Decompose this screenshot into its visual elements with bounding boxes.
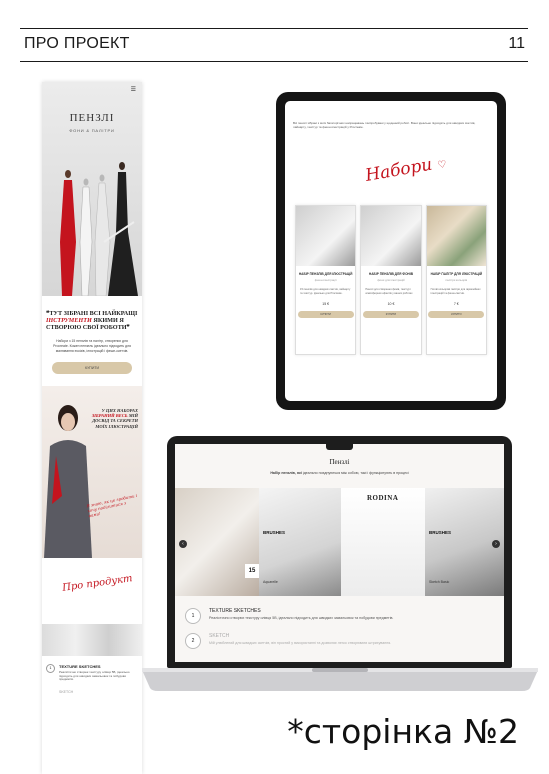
product-card-buy-button[interactable]: КУПИТИ	[428, 310, 485, 318]
tile-caption: Sketch Basic	[429, 580, 450, 584]
laptop-brush-list: 1 TEXTURE SKETCHES Реалістично створює т…	[185, 608, 495, 658]
tablet-screen: Всі пензлі зібрані з моїх багаторічних н…	[285, 101, 497, 401]
product-card-text: 15 пензлів для швидких скетчів, лайнарту…	[300, 288, 351, 295]
product-card-title: НАБІР ПЕНЗЛІВ ДЛЯ ІЛЮСТРАЦІЙ	[298, 272, 353, 276]
item-number: 1	[185, 608, 201, 624]
phone-buy-button[interactable]: КУПИТИ	[52, 361, 132, 374]
product-card-buy-button[interactable]: КУПИТИ	[362, 310, 419, 318]
phone-product-strip	[42, 623, 142, 656]
brushes-label: BRUSHES	[429, 530, 452, 535]
brushes-label: BRUSHES	[263, 530, 286, 535]
page-reference-note: *сторінка №2	[287, 712, 519, 751]
tablet-mockup: Всі пензлі зібрані з моїх багаторічних н…	[276, 92, 506, 410]
item-desc: Мій улюблений для швидких скетчів, він п…	[209, 641, 392, 645]
phone-hero: ☰ ПЕНЗЛІ ФОНИ & ПАЛІТРИ	[42, 82, 142, 296]
product-card-text: Пензлі для створення фонів, текстур і ат…	[365, 288, 414, 295]
product-card-image	[296, 206, 356, 266]
count-badge: 15	[245, 564, 259, 578]
heart-icon: ♡	[436, 158, 448, 172]
product-card-title: НАБІР ПАЛІТР ДЛЯ ІЛЮСТРАЦІЙ	[430, 272, 483, 276]
phone-screenshot: ☰ ПЕНЗЛІ ФОНИ & ПАЛІТРИ ❝ТУТ ЗІБРАНІ ВСІ…	[42, 82, 142, 774]
product-card-price: 15 €	[322, 301, 330, 306]
carousel-prev-icon[interactable]: ‹	[179, 540, 187, 548]
list-item[interactable]: 2 SKETCH Мій улюблений для швидких скетч…	[185, 633, 495, 649]
phone-item-title: TEXTURE SKETCHES	[59, 663, 101, 669]
header-rule	[20, 61, 528, 62]
item-title: TEXTURE SKETCHES	[209, 608, 261, 614]
phone-item-desc: Реалістично створює текстуру олівця 5В, …	[59, 669, 130, 682]
product-card-price: 7 €	[453, 301, 459, 306]
product-card-price: 10 €	[387, 301, 395, 306]
product-card-image	[426, 206, 486, 266]
tablet-intro: Всі пензлі зібрані з моїх багаторічних н…	[293, 121, 476, 130]
product-card-image	[361, 206, 421, 266]
laptop-page-title: Пензлі	[329, 458, 350, 466]
laptop-carousel: 15 BRUSHES Aquarelle RODINA BRUSHES Sket…	[175, 488, 504, 596]
tile-caption: Aquarelle	[263, 580, 278, 584]
item-number: 1	[46, 663, 55, 673]
product-card[interactable]: НАБІР ПАЛІТР ДЛЯ ІЛЮСТРАЦІЙ палітри коль…	[425, 205, 487, 355]
product-card[interactable]: НАБІР ПЕНЗЛІВ ДЛЯ ІЛЮСТРАЦІЙ фешн-ілюстр…	[295, 205, 357, 355]
carousel-tile[interactable]: BRUSHES Aquarelle	[259, 488, 341, 596]
phone-description: Набори з 15 пензлів та палітр, створених…	[53, 339, 131, 353]
item-number: 2	[185, 633, 201, 649]
phone-promo-text: У ЦИХ НАБОРАХ ЗІБРАНИЙ ВЕСЬ МІЙ ДОСВІД Т…	[91, 407, 138, 429]
product-card-text: Готові кольорові палітри для гармонійних…	[430, 288, 481, 295]
page-number: 11	[508, 35, 525, 52]
product-card-buy-button[interactable]: КУПИТИ	[297, 310, 354, 318]
phone-list-item-2: SKETCH	[42, 682, 142, 694]
phone-signature-block: Про продукт	[42, 557, 142, 620]
phone-promo-photo: У ЦИХ НАБОРАХ ЗІБРАНИЙ ВЕСЬ МІЙ ДОСВІД Т…	[42, 385, 142, 558]
phone-signature: Про продукт	[61, 572, 134, 594]
item-title: SKETCH	[209, 633, 230, 639]
laptop-caption: Набір пензлів, які ідеально поєднуються …	[270, 471, 409, 475]
list-item[interactable]: 1 TEXTURE SKETCHES Реалістично створює т…	[185, 608, 495, 624]
product-card[interactable]: НАБІР ПЕНЗЛІВ ДЛЯ ФОНІВ фони для ілюстра…	[360, 205, 422, 355]
phone-quote: ❝ТУТ ЗІБРАНІ ВСІ НАЙКРАЩІ ІНСТРУМЕНТИ ЯК…	[46, 310, 138, 332]
tablet-signature: Набори ♡	[363, 154, 448, 186]
rodina-logo: RODINA	[367, 494, 399, 502]
laptop-notch	[326, 444, 353, 450]
product-card-title: НАБІР ПЕНЗЛІВ ДЛЯ ФОНІВ	[368, 272, 414, 276]
fashion-figures-illustration	[60, 162, 138, 296]
laptop-base	[142, 668, 538, 691]
carousel-tile[interactable]: RODINA	[341, 488, 425, 596]
tablet-product-cards: НАБІР ПЕНЗЛІВ ДЛЯ ІЛЮСТРАЦІЙ фешн-ілюстр…	[295, 205, 487, 355]
phone-list-item: 1 TEXTURE SKETCHES Реалістично створює т…	[42, 656, 142, 683]
laptop-screen: Пензлі Набір пензлів, які ідеально поєдн…	[175, 444, 504, 662]
carousel-next-icon[interactable]: ›	[492, 540, 500, 548]
laptop-mockup: Пензлі Набір пензлів, які ідеально поєдн…	[167, 436, 512, 668]
page-title: ПРО ПРОЕКТ	[24, 35, 130, 52]
phone-item-2-title: SKETCH	[59, 690, 74, 695]
carousel-tile[interactable]: 15	[175, 488, 259, 596]
top-rule	[20, 28, 528, 29]
item-desc: Реалістично створює текстуру олівця 5В, …	[209, 616, 394, 620]
